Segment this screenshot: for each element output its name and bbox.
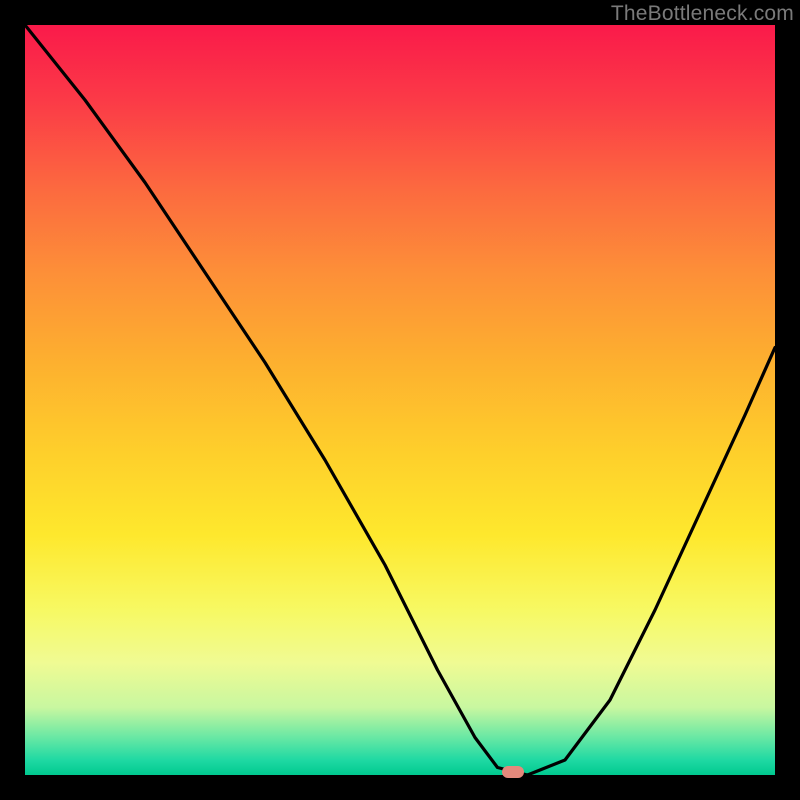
optimum-marker bbox=[502, 766, 524, 778]
plot-area bbox=[25, 25, 775, 775]
chart-stage: TheBottleneck.com bbox=[0, 0, 800, 800]
bottleneck-curve bbox=[25, 25, 775, 775]
attribution-text: TheBottleneck.com bbox=[611, 2, 794, 26]
